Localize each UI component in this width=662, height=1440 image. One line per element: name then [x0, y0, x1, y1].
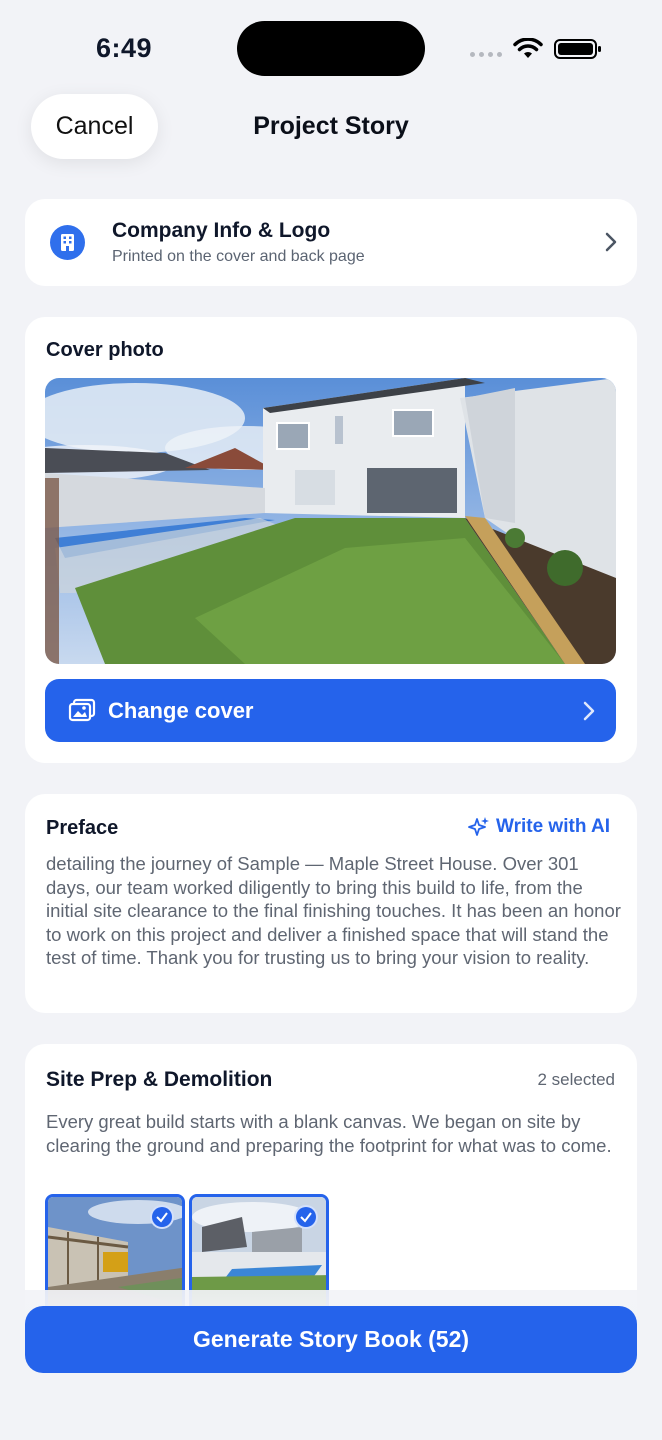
section-text[interactable]: Every great build starts with a blank ca…	[46, 1110, 621, 1157]
building-icon	[50, 225, 85, 260]
status-time: 6:49	[96, 33, 153, 63]
company-info-title: Company Info & Logo	[112, 219, 331, 242]
write-with-ai-label: Write with AI	[496, 816, 610, 837]
sparkles-icon	[468, 817, 489, 836]
preface-text[interactable]: detailing the journey of Sample — Maple …	[46, 852, 621, 970]
cover-photo-image	[45, 378, 616, 664]
cover-photo-heading: Cover photo	[46, 339, 164, 361]
generate-story-book-button[interactable]: Generate Story Book (52)	[25, 1306, 637, 1373]
battery-icon	[554, 39, 601, 59]
change-cover-label: Change cover	[108, 698, 254, 723]
page-title: Project Story	[253, 112, 409, 140]
preface-heading: Preface	[46, 817, 119, 839]
write-with-ai-button[interactable]: Write with AI	[468, 816, 610, 838]
wifi-icon	[513, 38, 543, 58]
chevron-right-icon	[583, 701, 595, 721]
cellular-signal-icon	[470, 52, 502, 57]
dynamic-island	[237, 21, 425, 76]
selected-count: 2 selected	[537, 1070, 616, 1089]
photos-icon	[68, 698, 96, 722]
section-title: Site Prep & Demolition	[46, 1068, 273, 1091]
status-bar: 6:49	[0, 0, 662, 90]
checkmark-icon	[150, 1205, 174, 1229]
checkmark-icon	[294, 1205, 318, 1229]
company-info-row[interactable]: Company Info & Logo Printed on the cover…	[25, 199, 637, 286]
cover-photo-card: Cover photo Change cover	[25, 317, 637, 763]
change-cover-button[interactable]: Change cover	[45, 679, 616, 742]
preface-card: Preface Write with AI detailing the jour…	[25, 794, 637, 1013]
chevron-right-icon	[605, 232, 617, 252]
company-info-subtitle: Printed on the cover and back page	[112, 248, 365, 265]
